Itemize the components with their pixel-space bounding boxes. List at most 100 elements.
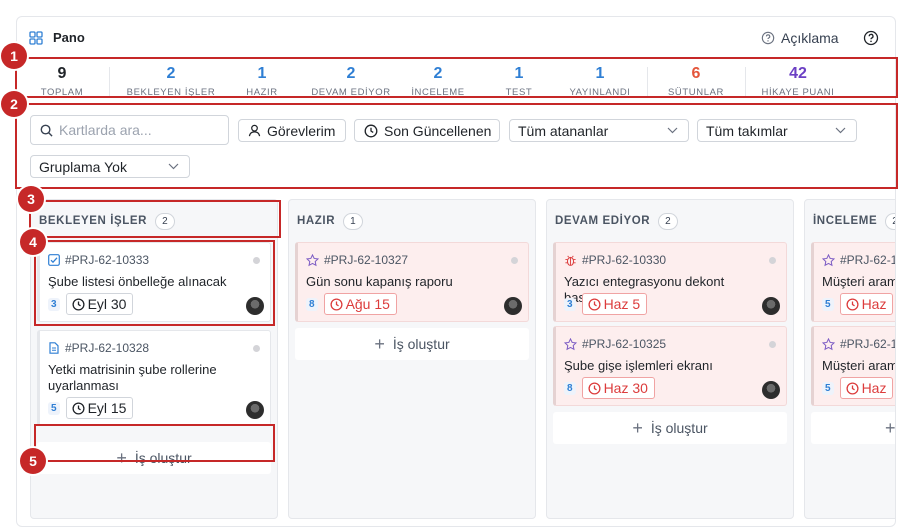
create-issue-label: İş oluştur — [650, 420, 708, 436]
due-date-badge: Haz 5 — [581, 293, 648, 315]
story-points-badge: 5 — [48, 401, 60, 415]
due-date: Haz — [861, 380, 887, 396]
card-meta: 5 Haz — [822, 377, 894, 399]
annotation-badge-5: 5 — [20, 448, 46, 474]
card-id-row: #PRJ-62-10328 — [48, 341, 149, 355]
issue-card[interactable]: #PRJ-62-10328 Yetki matrisinin şube roll… — [37, 330, 271, 426]
plus-icon: + — [374, 333, 385, 354]
annotation-box-2 — [15, 103, 898, 189]
annotation-box-5 — [34, 424, 275, 462]
due-date-badge: Haz — [839, 293, 894, 315]
card-meta: 5 Eyl 15 — [48, 397, 134, 419]
card-id: #PRJ-62-10 — [840, 337, 895, 351]
due-date: Eyl 15 — [87, 400, 127, 416]
column-title: HAZIR — [297, 215, 336, 227]
due-date: Haz 30 — [603, 380, 648, 396]
story-points-badge: 5 — [822, 297, 834, 311]
card-id: #PRJ-62-10325 — [582, 337, 667, 351]
issue-card[interactable]: #PRJ-62-10 Müşteri aram 5 Haz — [811, 242, 896, 322]
card-id: #PRJ-62-10328 — [65, 341, 150, 355]
column-ready: HAZIR 1 #PRJ-62-10327 Gün sonu kapanış r… — [288, 199, 536, 519]
description-label: Açıklama — [781, 30, 839, 46]
status-dot — [253, 345, 260, 352]
star-icon — [306, 253, 319, 266]
due-date: Haz — [861, 296, 887, 312]
annotation-box-1 — [15, 57, 898, 98]
card-id-row: #PRJ-62-10330 — [564, 253, 666, 267]
card-id-row: #PRJ-62-10327 — [306, 253, 408, 267]
card-title: Müşteri aram — [822, 274, 896, 289]
due-date: Ağu 15 — [345, 296, 390, 312]
star-icon — [822, 337, 835, 350]
star-icon — [822, 253, 835, 266]
column-title: İNCELEME — [813, 215, 878, 227]
create-issue-button[interactable]: + — [811, 412, 896, 444]
plus-icon: + — [632, 417, 643, 438]
question-circle-icon — [761, 31, 775, 45]
card-id: #PRJ-62-10330 — [582, 253, 667, 267]
annotation-badge-1: 1 — [1, 43, 27, 69]
due-date: Haz 5 — [603, 296, 641, 312]
create-issue-button[interactable]: + İş oluştur — [295, 328, 529, 360]
card-meta: 5 Haz — [822, 293, 894, 315]
clock-icon — [588, 297, 601, 311]
column-header: HAZIR 1 — [297, 210, 363, 232]
due-date-badge: Eyl 15 — [65, 397, 134, 419]
bug-icon — [565, 255, 576, 266]
due-date-badge: Haz — [839, 377, 894, 399]
annotation-badge-4: 4 — [20, 229, 46, 255]
description-button[interactable]: Açıklama — [761, 28, 839, 48]
issue-card[interactable]: #PRJ-62-10327 Gün sonu kapanış raporu 8 … — [295, 242, 529, 322]
status-dot — [511, 257, 518, 264]
column-count-badge: 1 — [343, 212, 363, 230]
column-title: DEVAM EDİYOR — [555, 215, 651, 227]
create-issue-button[interactable]: + İş oluştur — [553, 412, 787, 444]
column-count-badge: 2 — [658, 212, 678, 230]
card-title: Müşteri aram — [822, 358, 896, 373]
assignee-avatar — [762, 381, 780, 399]
due-date-badge: Ağu 15 — [323, 293, 397, 315]
card-meta: 3 Haz 5 — [564, 293, 648, 315]
card-meta: 8 Ağu 15 — [306, 293, 397, 315]
clock-icon — [72, 401, 85, 415]
annotation-box-3 — [29, 200, 281, 238]
page-title: Pano — [53, 30, 85, 45]
star-icon — [564, 337, 577, 350]
clock-icon — [846, 297, 859, 311]
card-title: Gün sonu kapanış raporu — [306, 274, 453, 289]
card-id: #PRJ-62-10327 — [324, 253, 409, 267]
card-title: Şube gişe işlemleri ekranı — [564, 358, 713, 373]
card-id-row: #PRJ-62-10 — [822, 253, 895, 267]
card-meta: 8 Haz 30 — [564, 377, 655, 399]
card-id: #PRJ-62-10 — [840, 253, 895, 267]
plus-icon: + — [885, 417, 896, 438]
create-issue-label: İş oluştur — [392, 336, 450, 352]
top-bar: Pano Açıklama — [17, 17, 895, 57]
card-id-row: #PRJ-62-10 — [822, 337, 895, 351]
column-header: İNCELEME 2 — [813, 210, 895, 232]
due-date-badge: Haz 30 — [581, 377, 655, 399]
card-id-row: #PRJ-62-10325 — [564, 337, 666, 351]
card-title: Yetki matrisinin şube rollerine uyarlanm… — [48, 362, 217, 393]
issue-card[interactable]: #PRJ-62-10 Müşteri aram 5 Haz — [811, 326, 896, 406]
story-points-badge: 3 — [564, 297, 576, 311]
issue-card[interactable]: #PRJ-62-10330 Yazıcı entegrasyonu dekont… — [553, 242, 787, 322]
clock-icon — [846, 381, 859, 395]
issue-card[interactable]: #PRJ-62-10325 Şube gişe işlemleri ekranı… — [553, 326, 787, 406]
clock-icon — [330, 297, 343, 311]
annotation-badge-2: 2 — [1, 91, 27, 117]
column-header: DEVAM EDİYOR 2 — [555, 210, 678, 232]
story-points-badge: 8 — [306, 297, 318, 311]
story-points-badge: 5 — [822, 381, 834, 395]
annotation-badge-3: 3 — [18, 186, 44, 212]
annotation-box-4 — [34, 240, 275, 326]
help-icon[interactable] — [863, 30, 879, 46]
clock-icon — [588, 381, 601, 395]
assignee-avatar — [246, 401, 264, 419]
assignee-avatar — [504, 297, 522, 315]
document-icon — [49, 342, 59, 354]
column-review: İNCELEME 2 #PRJ-62-10 Müşteri aram 5 Haz — [804, 199, 896, 519]
status-dot — [769, 341, 776, 348]
column-count-badge: 2 — [885, 212, 895, 230]
board-grid-icon — [29, 31, 43, 45]
